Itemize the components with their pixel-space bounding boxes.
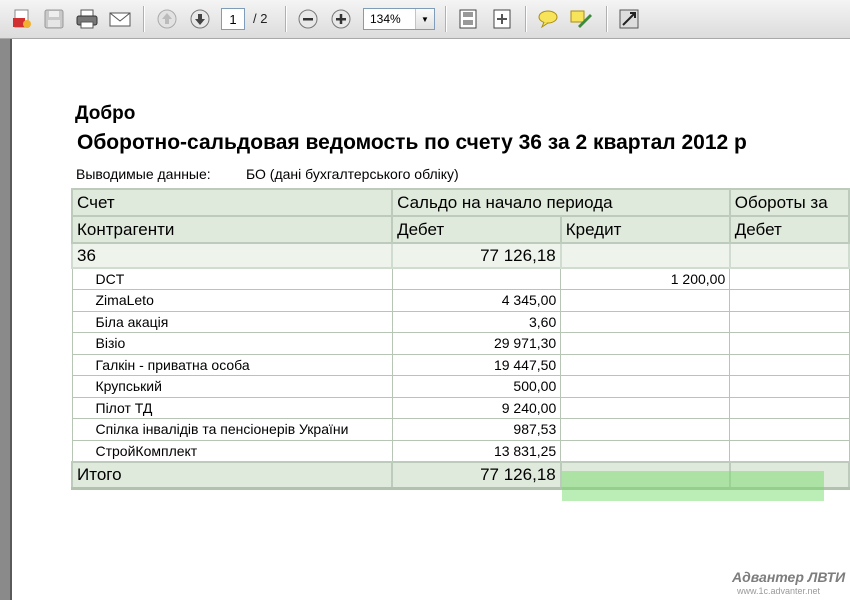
header-debit: Дебет [391, 215, 562, 244]
fit-width-icon[interactable] [490, 7, 514, 31]
row-turnover [729, 289, 850, 312]
row-turnover [729, 418, 850, 441]
row-debit [391, 267, 562, 290]
row-credit [560, 353, 731, 376]
toolbar-separator [445, 6, 447, 32]
table-row: Галкін - приватна особа 19 447,50 [71, 353, 850, 376]
row-turnover [729, 439, 850, 462]
row-debit: 4 345,00 [391, 289, 562, 312]
save-icon[interactable] [42, 7, 66, 31]
row-turnover [729, 353, 850, 376]
row-name: Пілот ТД [71, 396, 393, 419]
header-account: Счет [70, 188, 394, 217]
turnover-balance-table: Счет Сальдо на начало периода Обороты за… [70, 188, 850, 490]
row-credit [560, 375, 731, 398]
page-number-input[interactable] [221, 8, 245, 30]
row-name: СтройКомплект [71, 439, 393, 462]
row-debit: 9 240,00 [391, 396, 562, 419]
toolbar: / 2 134% ▼ [0, 0, 850, 39]
zoom-out-icon[interactable] [296, 7, 320, 31]
group-turnover [728, 242, 850, 269]
report-title: Оборотно-сальдовая ведомость по счету 36… [77, 131, 747, 154]
row-credit: 1 200,00 [560, 267, 731, 290]
table-row: ZimaLeto 4 345,00 [71, 289, 850, 312]
row-debit: 500,00 [391, 375, 562, 398]
table-subheader-row: Контрагенти Дебет Кредит Дебет [70, 215, 850, 244]
row-name: DCT [71, 267, 393, 290]
zoom-in-icon[interactable] [329, 7, 353, 31]
table-row: Візіо 29 971,30 [71, 332, 850, 355]
table-row: DCT 1 200,00 [71, 267, 850, 290]
row-turnover [729, 396, 850, 419]
group-debit: 77 126,18 [391, 242, 562, 269]
row-turnover [729, 267, 850, 290]
row-name: Крупський [71, 375, 393, 398]
row-name: Візіо [71, 332, 393, 355]
row-name: Галкін - приватна особа [71, 353, 393, 376]
header-counterparties: Контрагенти [70, 215, 394, 244]
create-pdf-icon[interactable] [10, 7, 34, 31]
toolbar-separator [143, 6, 145, 32]
table-row: Пілот ТД 9 240,00 [71, 396, 850, 419]
toolbar-separator [285, 6, 287, 32]
header-turnover: Обороты за [728, 188, 850, 217]
row-debit: 3,60 [391, 310, 562, 333]
zoom-value: 134% [370, 12, 401, 26]
table-header-row: Счет Сальдо на начало периода Обороты за [70, 188, 850, 217]
previous-page-icon[interactable] [155, 7, 179, 31]
group-account: 36 [70, 242, 394, 269]
row-debit: 987,53 [391, 418, 562, 441]
toolbar-separator [606, 6, 608, 32]
table-row: Спілка інвалідів та пенсіонерів України … [71, 418, 850, 441]
watermark-url: www.1c.advanter.net [737, 586, 821, 596]
row-credit [560, 310, 731, 333]
row-debit: 29 971,30 [391, 332, 562, 355]
row-debit: 19 447,50 [391, 353, 562, 376]
row-name: ZimaLeto [71, 289, 393, 312]
watermark-brand: Адвантер ЛВТИ [732, 569, 846, 585]
row-turnover [729, 310, 850, 333]
chevron-down-icon[interactable]: ▼ [415, 9, 434, 29]
row-name: Спілка інвалідів та пенсіонерів України [71, 418, 393, 441]
email-icon[interactable] [108, 7, 132, 31]
table-row: Крупський 500,00 [71, 375, 850, 398]
selection-highlight [562, 471, 824, 501]
row-name: Біла акація [71, 310, 393, 333]
row-credit [560, 439, 731, 462]
account-group-row: 36 77 126,18 [70, 242, 850, 269]
next-page-icon[interactable] [188, 7, 212, 31]
comment-icon[interactable] [536, 7, 560, 31]
row-credit [560, 332, 731, 355]
total-debit: 77 126,18 [391, 460, 562, 490]
fit-page-icon[interactable] [456, 7, 480, 31]
table-row: Біла акація 3,60 [71, 310, 850, 333]
row-credit [560, 396, 731, 419]
page-total: / 2 [253, 11, 268, 26]
organization-name: Добро [75, 103, 136, 124]
total-label: Итого [70, 460, 394, 490]
header-turnover-debit: Дебет [728, 215, 850, 244]
row-credit [560, 289, 731, 312]
fullscreen-icon[interactable] [617, 7, 641, 31]
zoom-select[interactable]: 134% ▼ [363, 8, 435, 30]
print-icon[interactable] [75, 7, 99, 31]
header-credit: Кредит [559, 215, 731, 244]
row-turnover [729, 375, 850, 398]
highlight-icon[interactable] [569, 7, 593, 31]
header-opening-balance: Сальдо на начало периода [391, 188, 731, 217]
row-debit: 13 831,25 [391, 439, 562, 462]
row-turnover [729, 332, 850, 355]
viewer-left-border [0, 39, 12, 600]
toolbar-separator [525, 6, 527, 32]
output-data-value: БО (дані бухгалтерського обліку) [246, 166, 459, 182]
row-credit [560, 418, 731, 441]
group-credit [559, 242, 731, 269]
table-row: СтройКомплект 13 831,25 [71, 439, 850, 462]
output-data-label: Выводимые данные: [76, 166, 211, 182]
